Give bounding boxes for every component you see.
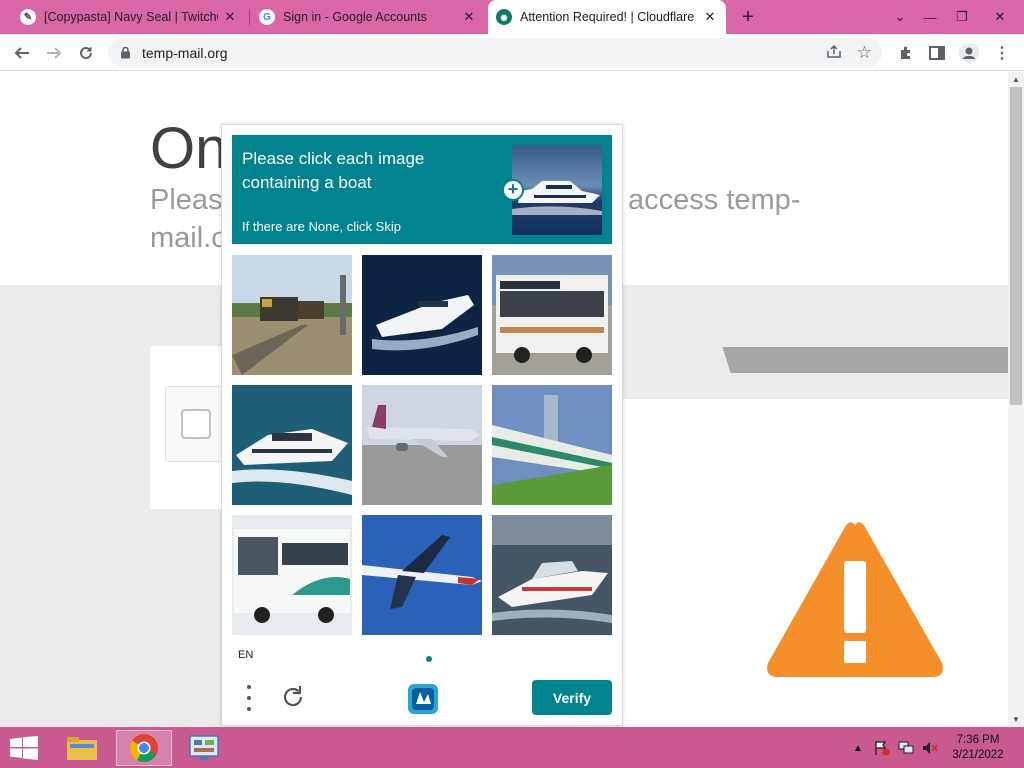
tab-copypasta[interactable]: ✎ [Copypasta] Navy Seal | TwitchQ ✕	[12, 0, 246, 34]
grid-image-7[interactable]	[232, 515, 352, 635]
url-text: temp-mail.org	[142, 44, 228, 61]
captcha-checkbox-widget	[165, 386, 225, 462]
grid-image-1[interactable]	[232, 255, 352, 375]
cloudflare-favicon: ◉	[496, 9, 512, 25]
grid-image-5[interactable]	[362, 385, 482, 505]
profile-avatar-icon	[959, 43, 979, 63]
prompt-question: Please click each image containing a boa…	[242, 149, 425, 192]
share-icon[interactable]	[826, 44, 842, 64]
reload-button[interactable]	[72, 39, 100, 67]
challenge-prompt: Please click each image containing a boa…	[232, 135, 612, 244]
reload-icon	[80, 46, 92, 59]
windows-taskbar: ▲ 7:36 PM 3/21/2022	[0, 727, 1024, 768]
browser-toolbar: temp-mail.org ☆ ⋮	[0, 34, 1024, 71]
tab-strip: ✎ [Copypasta] Navy Seal | TwitchQ ✕ G Si…	[0, 0, 1024, 34]
restore-icon[interactable]: ❐	[946, 0, 978, 34]
tab-google-signin[interactable]: G Sign in - Google Accounts ✕	[251, 0, 485, 34]
forward-arrow-icon	[47, 47, 62, 59]
system-clock[interactable]: 7:36 PM 3/21/2022	[948, 733, 1008, 763]
profile-button[interactable]	[955, 39, 983, 67]
page-scrollbar[interactable]: ▲ ▼	[1008, 71, 1024, 727]
action-center-flag-icon[interactable]	[874, 740, 890, 756]
page-subtitle-right: access temp-	[628, 184, 801, 216]
grid-image-4[interactable]	[232, 385, 352, 505]
verify-button[interactable]: Verify	[532, 680, 612, 715]
control-panel-icon[interactable]	[176, 730, 232, 766]
clock-date: 3/21/2022	[952, 749, 1004, 761]
refresh-challenge-icon[interactable]	[280, 684, 306, 710]
scrollbar-thumb[interactable]	[1010, 87, 1022, 405]
minimize-icon[interactable]: —	[914, 0, 946, 34]
clock-time: 7:36 PM	[956, 734, 1000, 746]
grid-image-3[interactable]	[492, 255, 612, 375]
tab-title: Attention Required! | Cloudflare	[520, 10, 695, 24]
hcaptcha-logo-icon[interactable]	[406, 682, 440, 716]
close-window-icon[interactable]: ✕	[980, 0, 1020, 34]
page-heading: On	[150, 116, 228, 181]
back-arrow-icon	[14, 47, 29, 59]
twitch-quotes-favicon: ✎	[20, 9, 36, 25]
grid-image-8[interactable]	[362, 515, 482, 635]
page-subtitle-line2: mail.o	[150, 222, 228, 254]
lock-icon[interactable]	[120, 46, 132, 60]
new-tab-button[interactable]: +	[736, 5, 760, 29]
tab-title: [Copypasta] Navy Seal | TwitchQ	[44, 10, 218, 24]
chrome-menu-icon[interactable]: ⋮	[988, 39, 1016, 67]
tab-divider	[249, 9, 250, 25]
side-panel-button[interactable]	[923, 39, 951, 67]
forward-button[interactable]	[40, 39, 68, 67]
image-grid	[232, 255, 612, 635]
address-bar[interactable]: temp-mail.org ☆	[108, 38, 882, 67]
file-explorer-icon[interactable]	[54, 730, 110, 766]
bookmark-star-icon[interactable]: ☆	[857, 43, 872, 63]
grid-image-6[interactable]	[492, 385, 612, 505]
google-favicon: G	[259, 9, 275, 25]
windows-start-icon[interactable]	[10, 736, 38, 760]
close-tab-icon[interactable]: ✕	[702, 9, 718, 25]
chrome-icon[interactable]	[116, 730, 172, 766]
language-selector[interactable]: EN	[238, 649, 253, 661]
more-options-icon[interactable]	[242, 685, 256, 711]
back-button[interactable]	[8, 39, 36, 67]
tab-cloudflare[interactable]: ◉ Attention Required! | Cloudflare ✕	[488, 0, 726, 34]
warning-icon	[767, 522, 943, 677]
hcaptcha-challenge: Please click each image containing a boa…	[221, 124, 623, 726]
volume-muted-icon[interactable]	[922, 740, 938, 756]
yacht-example-image	[512, 145, 602, 235]
tab-search-icon[interactable]: ⌄	[884, 0, 916, 34]
page-indicator-dot	[426, 656, 432, 662]
close-tab-icon[interactable]: ✕	[222, 9, 238, 25]
prompt-hint: If there are None, click Skip	[242, 219, 401, 234]
close-tab-icon[interactable]: ✕	[461, 9, 477, 25]
puzzle-icon	[901, 46, 910, 59]
grid-image-2[interactable]	[362, 255, 482, 375]
tab-title: Sign in - Google Accounts	[283, 10, 427, 24]
show-hidden-icons[interactable]: ▲	[850, 740, 866, 756]
side-panel-icon	[929, 46, 945, 60]
extensions-button[interactable]	[892, 39, 920, 67]
captcha-checkbox[interactable]	[181, 409, 211, 439]
scroll-up-icon[interactable]: ▲	[1008, 71, 1024, 87]
grid-image-9[interactable]	[492, 515, 612, 635]
scroll-down-icon[interactable]: ▼	[1008, 711, 1024, 727]
network-icon[interactable]	[898, 740, 914, 756]
zoom-example-button[interactable]: +	[502, 179, 524, 201]
